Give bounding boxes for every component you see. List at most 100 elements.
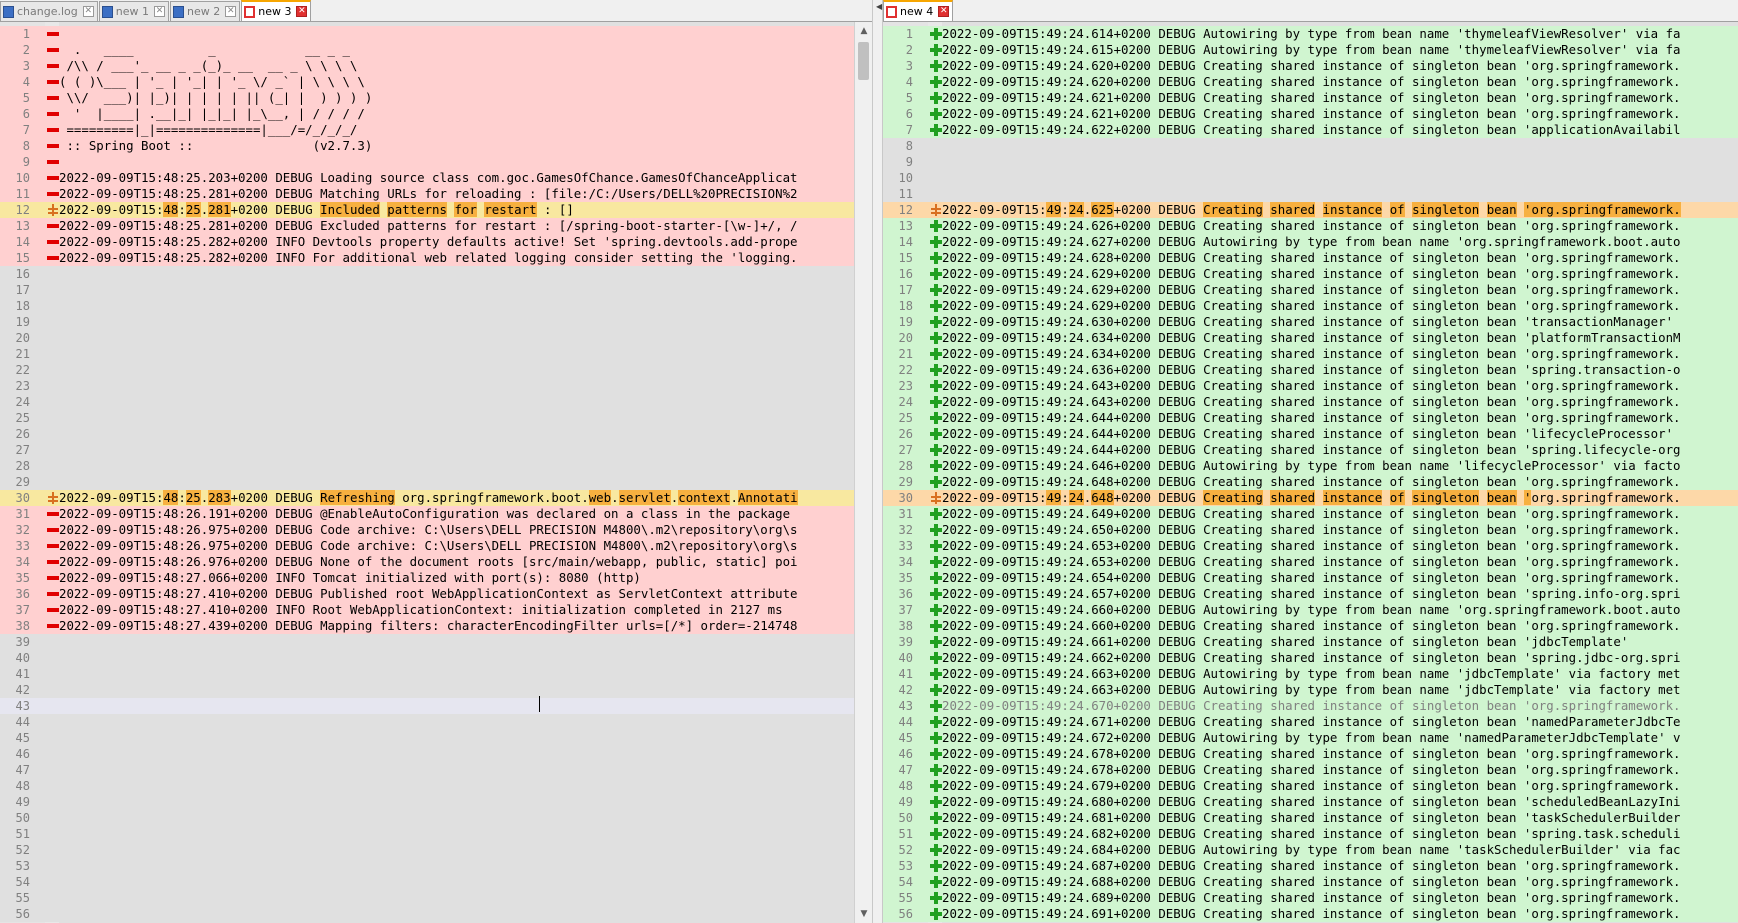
editor-line[interactable]: 4 ( ( )\___ | '_ | '_| | '_ \/ _` | \ \ \… (0, 74, 854, 90)
editor-line[interactable]: 40 2022-09-09T15:49:24.662+0200 DEBUG Cre… (883, 650, 1738, 666)
editor-line[interactable]: 11 2022-09-09T15:48:25.281+0200 DEBUG Mat… (0, 186, 854, 202)
close-tab-icon[interactable]: ✕ (225, 6, 237, 17)
editor-line[interactable]: 42 2022-09-09T15:49:24.663+0200 DEBUG Aut… (883, 682, 1738, 698)
editor-line[interactable]: 54 2022-09-09T15:49:24.688+0200 DEBUG Cre… (883, 874, 1738, 890)
editor-line[interactable]: 31 2022-09-09T15:48:26.191+0200 DEBUG @En… (0, 506, 854, 522)
editor-line[interactable]: 27 (0, 442, 854, 458)
splitter-arrow-icon[interactable]: ◀ (876, 2, 882, 11)
editor-line[interactable]: 35 2022-09-09T15:48:27.066+0200 INFO Tomc… (0, 570, 854, 586)
editor-line[interactable]: 20 (0, 330, 854, 346)
editor-line[interactable]: 19 (0, 314, 854, 330)
editor-line[interactable]: 49 2022-09-09T15:49:24.680+0200 DEBUG Cre… (883, 794, 1738, 810)
editor-line[interactable]: 56 (0, 906, 854, 922)
close-tab-icon[interactable]: ✕ (296, 6, 308, 17)
editor-line[interactable]: 43 2022-09-09T15:49:24.670+0200 DEBUG Cre… (883, 698, 1738, 714)
editor-line[interactable]: 39 (0, 634, 854, 650)
editor-line[interactable]: 33 2022-09-09T15:48:26.975+0200 DEBUG Cod… (0, 538, 854, 554)
editor-line[interactable]: 52 (0, 842, 854, 858)
editor-line[interactable]: 36 2022-09-09T15:49:24.657+0200 DEBUG Cre… (883, 586, 1738, 602)
editor-line[interactable]: 54 (0, 874, 854, 890)
editor-line[interactable]: 16 (0, 266, 854, 282)
editor-line[interactable]: 1 2022-09-09T15:49:24.614+0200 DEBUG Auto… (883, 26, 1738, 42)
editor-line[interactable]: 41 2022-09-09T15:49:24.663+0200 DEBUG Aut… (883, 666, 1738, 682)
editor-line[interactable]: 28 (0, 458, 854, 474)
editor-line[interactable]: 18 (0, 298, 854, 314)
editor-line[interactable]: 23 2022-09-09T15:49:24.643+0200 DEBUG Cre… (883, 378, 1738, 394)
editor-line[interactable]: 28 2022-09-09T15:49:24.646+0200 DEBUG Aut… (883, 458, 1738, 474)
editor-line[interactable]: 51 (0, 826, 854, 842)
editor-line[interactable]: 46 (0, 746, 854, 762)
editor-line[interactable]: 22 (0, 362, 854, 378)
editor-line[interactable]: 3 2022-09-09T15:49:24.620+0200 DEBUG Crea… (883, 58, 1738, 74)
editor-line[interactable]: 52 2022-09-09T15:49:24.684+0200 DEBUG Aut… (883, 842, 1738, 858)
editor-line[interactable]: 56 2022-09-09T15:49:24.691+0200 DEBUG Cre… (883, 906, 1738, 922)
editor-line[interactable]: 48 2022-09-09T15:49:24.679+0200 DEBUG Cre… (883, 778, 1738, 794)
editor-line[interactable]: 6 ' |____| .__|_| |_|_| |_\__, | / / / / (0, 106, 854, 122)
editor-line[interactable]: 22 2022-09-09T15:49:24.636+0200 DEBUG Cre… (883, 362, 1738, 378)
tab-new-3[interactable]: new 3 ✕ (241, 0, 312, 21)
left-vertical-scrollbar[interactable]: ▲ ▼ (854, 22, 872, 923)
editor-line[interactable]: 21 2022-09-09T15:49:24.634+0200 DEBUG Cre… (883, 346, 1738, 362)
editor-line[interactable]: 16 2022-09-09T15:49:24.629+0200 DEBUG Cre… (883, 266, 1738, 282)
close-tab-icon[interactable]: ✕ (82, 6, 94, 17)
editor-line[interactable]: 55 (0, 890, 854, 906)
editor-line[interactable]: 37 2022-09-09T15:49:24.660+0200 DEBUG Aut… (883, 602, 1738, 618)
editor-line[interactable]: 13 2022-09-09T15:49:24.626+0200 DEBUG Cre… (883, 218, 1738, 234)
editor-line[interactable]: 12 2022-09-09T15:48:25.281+0200 DEBUG Inc… (0, 202, 854, 218)
right-text-area[interactable]: 1 2022-09-09T15:49:24.614+0200 DEBUG Auto… (883, 26, 1738, 922)
editor-line[interactable]: 37 2022-09-09T15:48:27.410+0200 INFO Root… (0, 602, 854, 618)
editor-line[interactable]: 5 \\/ ___)| |_)| | | | | || (_| | ) ) ) … (0, 90, 854, 106)
editor-line[interactable]: 15 2022-09-09T15:49:24.628+0200 DEBUG Cre… (883, 250, 1738, 266)
editor-line[interactable]: 17 2022-09-09T15:49:24.629+0200 DEBUG Cre… (883, 282, 1738, 298)
editor-line[interactable]: 47 2022-09-09T15:49:24.678+0200 DEBUG Cre… (883, 762, 1738, 778)
editor-line[interactable]: 34 2022-09-09T15:48:26.976+0200 DEBUG Non… (0, 554, 854, 570)
editor-line[interactable]: 53 (0, 858, 854, 874)
editor-line[interactable]: 9 (883, 154, 1738, 170)
editor-line[interactable]: 2 2022-09-09T15:49:24.615+0200 DEBUG Auto… (883, 42, 1738, 58)
editor-line[interactable]: 30 2022-09-09T15:49:24.648+0200 DEBUG Cre… (883, 490, 1738, 506)
editor-line[interactable]: 20 2022-09-09T15:49:24.634+0200 DEBUG Cre… (883, 330, 1738, 346)
editor-line[interactable]: 29 2022-09-09T15:49:24.648+0200 DEBUG Cre… (883, 474, 1738, 490)
tab-change-log[interactable]: change.log ✕ (0, 1, 98, 21)
editor-line[interactable]: 47 (0, 762, 854, 778)
editor-line[interactable]: 32 2022-09-09T15:49:24.650+0200 DEBUG Cre… (883, 522, 1738, 538)
editor-line[interactable]: 17 (0, 282, 854, 298)
editor-line[interactable]: 14 2022-09-09T15:48:25.282+0200 INFO Devt… (0, 234, 854, 250)
editor-line[interactable]: 7 =========|_|==============|___/=/_/_/_… (0, 122, 854, 138)
editor-line[interactable]: 36 2022-09-09T15:48:27.410+0200 DEBUG Pub… (0, 586, 854, 602)
close-tab-icon[interactable]: ✕ (938, 6, 950, 17)
editor-line[interactable]: 38 2022-09-09T15:48:27.439+0200 DEBUG Map… (0, 618, 854, 634)
editor-line[interactable]: 35 2022-09-09T15:49:24.654+0200 DEBUG Cre… (883, 570, 1738, 586)
editor-line[interactable]: 12 2022-09-09T15:49:24.625+0200 DEBUG Cre… (883, 202, 1738, 218)
editor-line[interactable]: 55 2022-09-09T15:49:24.689+0200 DEBUG Cre… (883, 890, 1738, 906)
editor-line[interactable]: 39 2022-09-09T15:49:24.661+0200 DEBUG Cre… (883, 634, 1738, 650)
editor-line[interactable]: 29 (0, 474, 854, 490)
editor-line[interactable]: 45 2022-09-09T15:49:24.672+0200 DEBUG Aut… (883, 730, 1738, 746)
editor-line[interactable]: 18 2022-09-09T15:49:24.629+0200 DEBUG Cre… (883, 298, 1738, 314)
split-view-divider[interactable]: ◀ (872, 0, 883, 923)
editor-line[interactable]: 38 2022-09-09T15:49:24.660+0200 DEBUG Cre… (883, 618, 1738, 634)
editor-line[interactable]: 48 (0, 778, 854, 794)
editor-line[interactable]: 9 (0, 154, 854, 170)
editor-line[interactable]: 49 (0, 794, 854, 810)
editor-line[interactable]: 34 2022-09-09T15:49:24.653+0200 DEBUG Cre… (883, 554, 1738, 570)
editor-line[interactable]: 8 :: Spring Boot :: (v2.7.3) (0, 138, 854, 154)
editor-line[interactable]: 31 2022-09-09T15:49:24.649+0200 DEBUG Cre… (883, 506, 1738, 522)
right-editor-pane[interactable]: 1 2022-09-09T15:49:24.614+0200 DEBUG Auto… (883, 22, 1738, 923)
editor-line[interactable]: 25 2022-09-09T15:49:24.644+0200 DEBUG Cre… (883, 410, 1738, 426)
editor-line[interactable]: 15 2022-09-09T15:48:25.282+0200 INFO For … (0, 250, 854, 266)
editor-line[interactable]: 40 (0, 650, 854, 666)
editor-line[interactable]: 10 2022-09-09T15:48:25.203+0200 DEBUG Loa… (0, 170, 854, 186)
editor-line[interactable]: 50 2022-09-09T15:49:24.681+0200 DEBUG Cre… (883, 810, 1738, 826)
editor-line[interactable]: 6 2022-09-09T15:49:24.621+0200 DEBUG Crea… (883, 106, 1738, 122)
editor-line[interactable]: 11 (883, 186, 1738, 202)
editor-line[interactable]: 8 (883, 138, 1738, 154)
editor-line[interactable]: 41 (0, 666, 854, 682)
editor-line[interactable]: 13 2022-09-09T15:48:25.281+0200 DEBUG Exc… (0, 218, 854, 234)
editor-line[interactable]: 45 (0, 730, 854, 746)
editor-line[interactable]: 24 2022-09-09T15:49:24.643+0200 DEBUG Cre… (883, 394, 1738, 410)
editor-line[interactable]: 30 2022-09-09T15:48:25. 283+0200 DEBUG Ref… (0, 490, 854, 506)
close-tab-icon[interactable]: ✕ (153, 6, 165, 17)
editor-line[interactable]: 10 (883, 170, 1738, 186)
editor-line[interactable]: 51 2022-09-09T15:49:24.682+0200 DEBUG Cre… (883, 826, 1738, 842)
